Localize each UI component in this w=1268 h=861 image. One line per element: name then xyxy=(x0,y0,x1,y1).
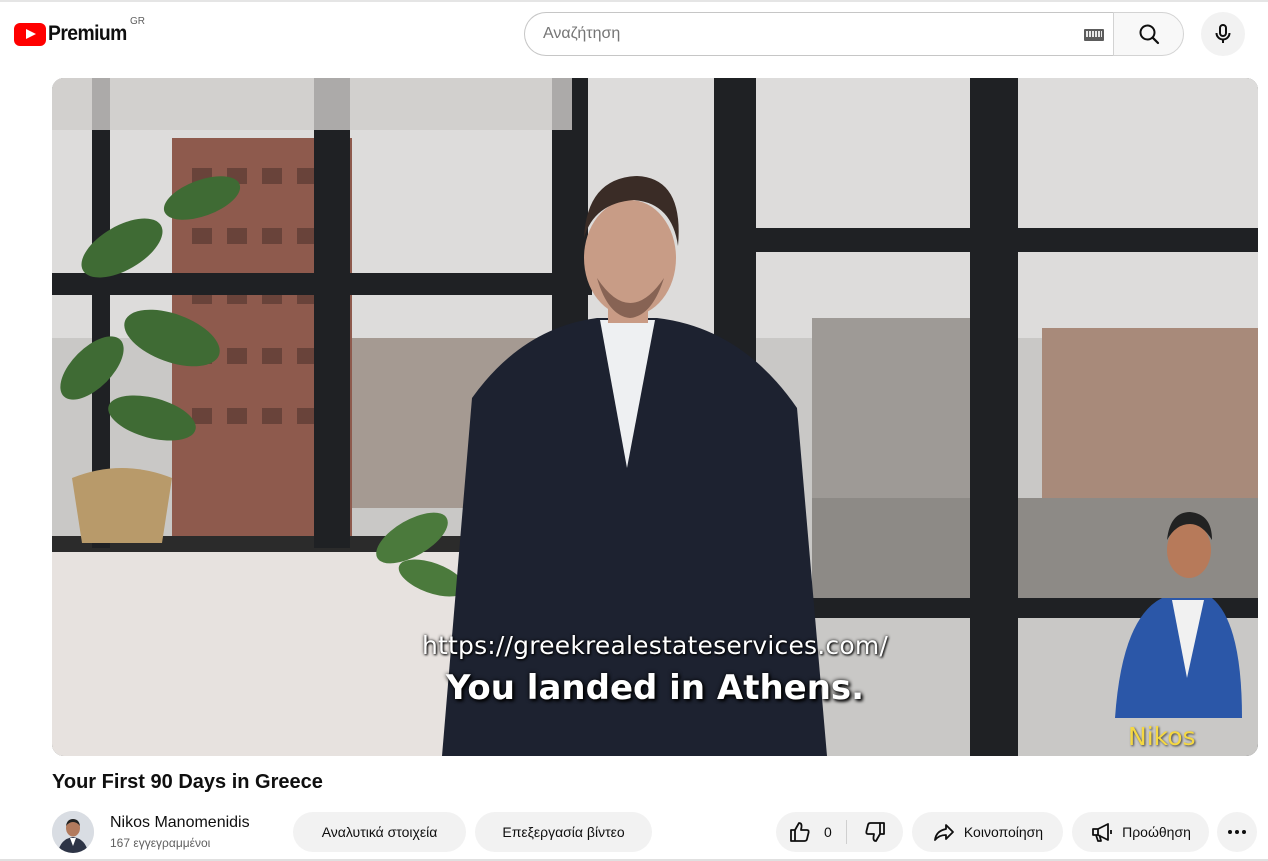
share-arrow-icon xyxy=(932,820,956,844)
caption-url: https://greekrealestateservices.com/ xyxy=(421,631,889,660)
search-input[interactable] xyxy=(543,23,1073,45)
presenter-tag: Nikos xyxy=(1128,722,1196,751)
channel-name[interactable]: Nikos Manomenidis xyxy=(110,812,250,834)
caption-main: You landed in Athens. xyxy=(445,668,865,708)
share-label: Κοινοποίηση xyxy=(963,824,1044,840)
more-horizontal-icon xyxy=(1225,820,1249,844)
channel-avatar[interactable] xyxy=(52,811,94,853)
youtube-play-icon xyxy=(14,22,46,46)
microphone-icon xyxy=(1211,22,1235,46)
search-button[interactable] xyxy=(1113,12,1184,56)
analytics-label: Αναλυτικά στοιχεία xyxy=(321,824,438,840)
edit-video-label: Επεξεργασία βίντεο xyxy=(502,824,625,840)
thumbs-up-icon xyxy=(790,822,810,842)
search-icon xyxy=(1137,22,1161,46)
thumbs-down-icon xyxy=(865,822,885,842)
promote-label: Προώθηση xyxy=(1122,824,1191,840)
region-code: GR xyxy=(130,16,145,27)
dislike-button[interactable] xyxy=(847,812,903,852)
voice-search-button[interactable] xyxy=(1201,12,1245,56)
logo-text: Premium xyxy=(48,22,127,45)
masthead: Premium GR xyxy=(0,0,1268,70)
like-dislike-group: 0 xyxy=(776,812,903,852)
edit-video-button[interactable]: Επεξεργασία βίντεο xyxy=(475,812,652,852)
video-title: Your First 90 Days in Greece xyxy=(52,771,323,793)
share-button[interactable]: Κοινοποίηση xyxy=(912,812,1063,852)
more-actions-button[interactable] xyxy=(1217,812,1257,852)
search-box xyxy=(524,12,1114,56)
analytics-button[interactable]: Αναλυτικά στοιχεία xyxy=(293,812,466,852)
avatar-icon xyxy=(52,811,94,853)
like-button[interactable]: 0 xyxy=(776,812,846,852)
youtube-premium-logo[interactable]: Premium xyxy=(14,22,134,46)
video-owner: Nikos Manomenidis 167 εγγεγραμμένοι xyxy=(52,810,250,854)
subscriber-count: 167 εγγεγραμμένοι xyxy=(110,836,211,850)
owner-text: Nikos Manomenidis 167 εγγεγραμμένοι xyxy=(110,812,250,852)
video-player[interactable]: https://greekrealestateservices.com/ You… xyxy=(52,78,1258,756)
promote-button[interactable]: Προώθηση xyxy=(1072,812,1209,852)
like-count: 0 xyxy=(824,824,832,840)
keyboard-icon[interactable] xyxy=(1084,29,1104,41)
megaphone-icon xyxy=(1090,820,1114,844)
